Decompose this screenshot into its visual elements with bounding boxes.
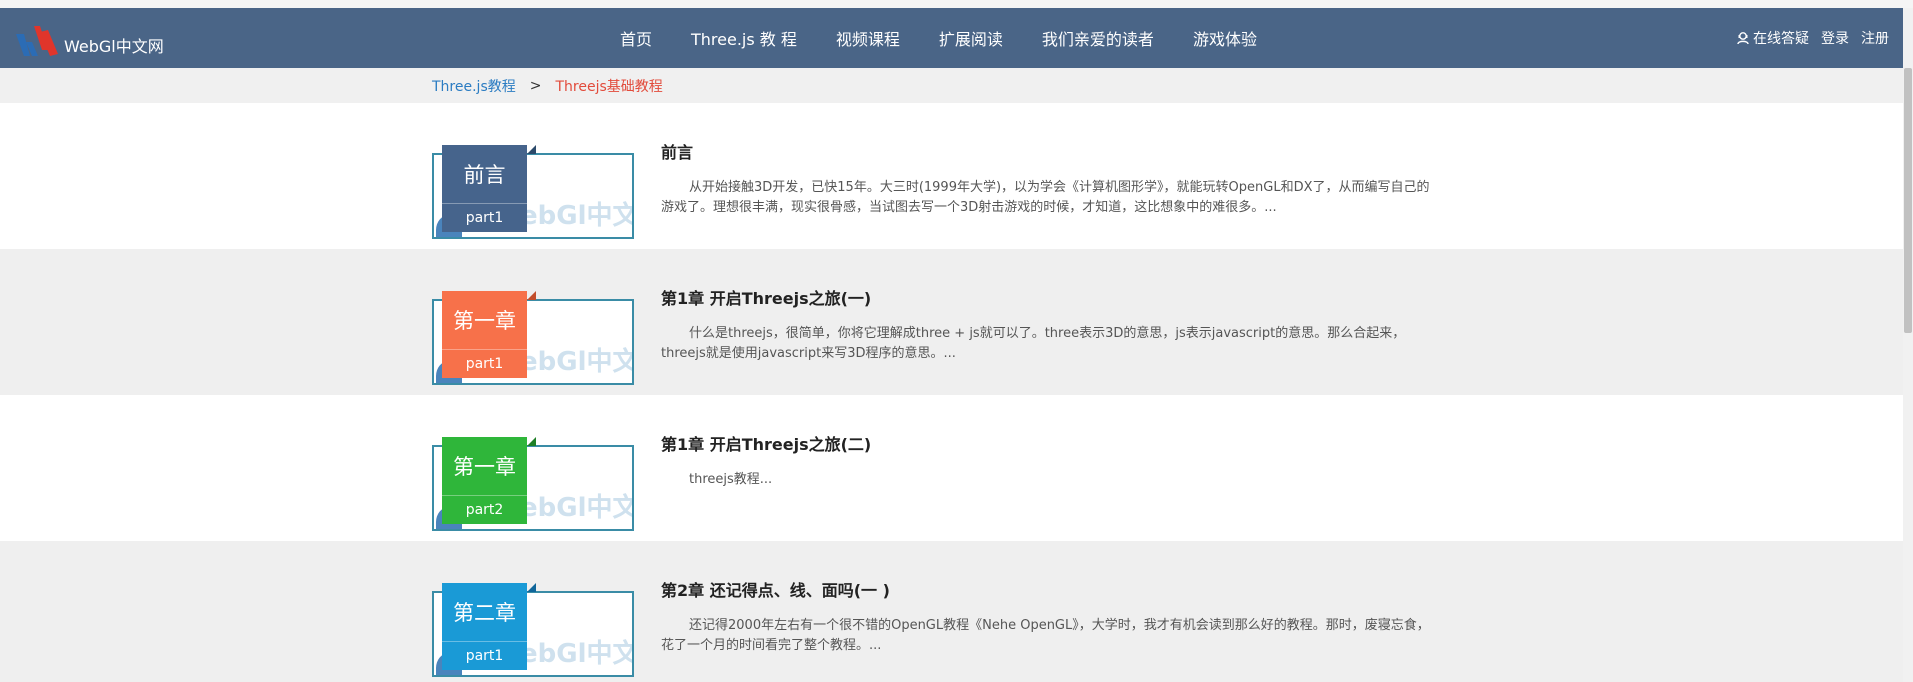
nav-item-home[interactable]: 首页 xyxy=(620,26,652,50)
item-title[interactable]: 第1章 开启Threejs之旅(一) xyxy=(661,285,871,309)
chapter-tag[interactable]: 第一章 part1 xyxy=(442,291,536,378)
logo-text: WebGl中文网 xyxy=(64,37,164,56)
vertical-scrollbar[interactable] xyxy=(1903,8,1913,682)
tag-fold xyxy=(527,437,536,446)
tag-fold xyxy=(527,291,536,300)
breadcrumb-current[interactable]: Threejs基础教程 xyxy=(555,76,662,96)
item-title[interactable]: 第1章 开启Threejs之旅(二) xyxy=(661,431,871,455)
item-title[interactable]: 第2章 还记得点、线、面吗(一 ) xyxy=(661,577,890,601)
webgl-logo-icon xyxy=(16,26,58,56)
chapter-tag-part: part1 xyxy=(442,349,527,378)
chapter-tag[interactable]: 第二章 part1 xyxy=(442,583,536,670)
item-description: 从开始接触3D开发，已快15年。大三时(1999年大学)，以为学会《计算机图形学… xyxy=(661,180,1430,215)
nav-item-games[interactable]: 游戏体验 xyxy=(1193,26,1257,50)
register-link[interactable]: 注册 xyxy=(1861,28,1889,48)
tutorial-list: ebGl中文网 前言 part1 前言 从开始接触3D开发，已快15年。大三时(… xyxy=(0,103,1903,682)
item-description: 什么是threejs，很简单，你将它理解成three + js就可以了。thre… xyxy=(661,326,1406,361)
user-nav: 在线答疑 登录 注册 xyxy=(1736,8,1889,68)
scrollbar-thumb[interactable] xyxy=(1904,68,1912,333)
watermark-text: ebGl中文网 xyxy=(520,347,632,377)
breadcrumb-link-threejs[interactable]: Three.js教程 xyxy=(432,76,516,96)
breadcrumb-separator: > xyxy=(529,77,542,94)
online-qa-label: 在线答疑 xyxy=(1753,31,1809,47)
chapter-tag[interactable]: 第一章 part2 xyxy=(442,437,536,524)
chapter-tag-title: 第一章 xyxy=(453,309,516,333)
item-title[interactable]: 前言 xyxy=(661,139,693,163)
navbar: WebGl中文网 首页 Three.js 教 程 视频课程 扩展阅读 我们亲爱的… xyxy=(0,8,1903,68)
chapter-tag-part: part1 xyxy=(442,203,527,232)
nav-item-readers[interactable]: 我们亲爱的读者 xyxy=(1042,26,1154,50)
list-item: ebGl中文网 第一章 part2 第1章 开启Threejs之旅(二) thr… xyxy=(0,395,1903,541)
nav-item-extended-reading[interactable]: 扩展阅读 xyxy=(939,26,1003,50)
chapter-tag-title: 第二章 xyxy=(453,601,516,625)
item-description: 还记得2000年左右有一个很不错的OpenGL教程《Nehe OpenGL》，大… xyxy=(661,618,1430,653)
main-nav: 首页 Three.js 教 程 视频课程 扩展阅读 我们亲爱的读者 游戏体验 xyxy=(620,8,1296,68)
watermark-text: ebGl中文网 xyxy=(520,493,632,523)
list-item: ebGl中文网 第二章 part1 第2章 还记得点、线、面吗(一 ) 还记得2… xyxy=(0,541,1903,682)
nav-item-threejs-tutorial[interactable]: Three.js 教 程 xyxy=(691,26,797,50)
breadcrumb: Three.js教程 > Threejs基础教程 xyxy=(0,68,1903,103)
login-link[interactable]: 登录 xyxy=(1821,28,1849,48)
nav-item-video-course[interactable]: 视频课程 xyxy=(836,26,900,50)
watermark-text: ebGl中文网 xyxy=(520,201,632,231)
chapter-tag-part: part2 xyxy=(442,495,527,524)
item-description: threejs教程... xyxy=(689,472,773,487)
chapter-tag-part: part1 xyxy=(442,641,527,670)
watermark-text: ebGl中文网 xyxy=(520,639,632,669)
logo[interactable]: WebGl中文网 xyxy=(14,20,164,60)
tag-fold xyxy=(527,583,536,592)
tag-fold xyxy=(527,145,536,154)
list-item: ebGl中文网 第一章 part1 第1章 开启Threejs之旅(一) 什么是… xyxy=(0,249,1903,395)
list-item: ebGl中文网 前言 part1 前言 从开始接触3D开发，已快15年。大三时(… xyxy=(0,103,1903,249)
chapter-tag[interactable]: 前言 part1 xyxy=(442,145,536,232)
chapter-tag-title: 前言 xyxy=(463,163,506,187)
online-qa-link[interactable]: 在线答疑 xyxy=(1736,28,1809,48)
user-support-icon xyxy=(1737,32,1749,45)
chapter-tag-title: 第一章 xyxy=(453,455,516,479)
top-strip xyxy=(0,0,1913,8)
